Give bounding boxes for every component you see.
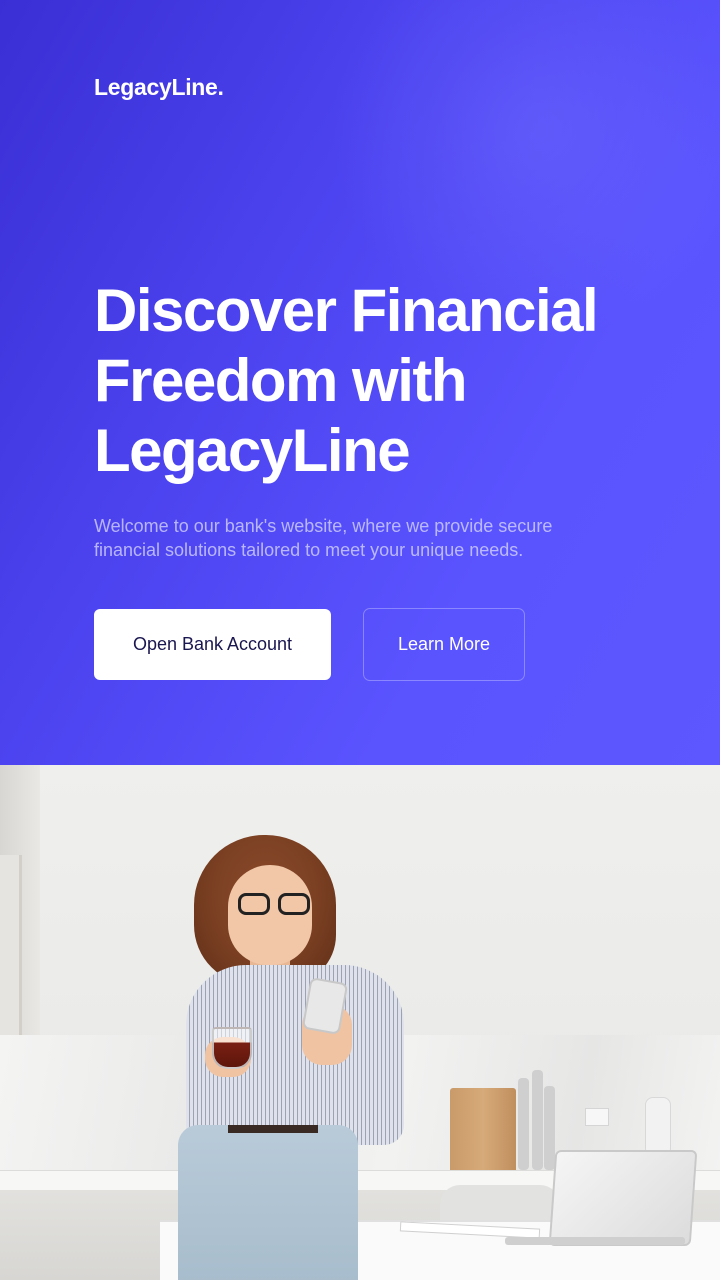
brand-logo[interactable]: LegacyLine. (94, 74, 224, 101)
person-glasses (238, 893, 314, 917)
photo-bottles (516, 1070, 556, 1170)
hero-headline: Discover Financial Freedom with LegacyLi… (94, 277, 599, 484)
hero-subtext: Welcome to our bank's website, where we … (94, 516, 553, 560)
hero-photo (0, 765, 720, 1280)
photo-laptop-icon (548, 1150, 698, 1246)
photo-kettle (645, 1097, 671, 1153)
person-jeans (178, 1125, 358, 1280)
open-bank-account-button[interactable]: Open Bank Account (94, 609, 331, 680)
hero-section: LegacyLine. Discover Financial Freedom w… (0, 0, 720, 765)
photo-laptop-base (505, 1237, 685, 1245)
learn-more-button[interactable]: Learn More (363, 608, 525, 681)
photo-outlet (585, 1108, 609, 1126)
person-belt (228, 1125, 318, 1133)
tea-cup-icon (212, 1027, 252, 1069)
photo-cutting-board (450, 1088, 516, 1176)
